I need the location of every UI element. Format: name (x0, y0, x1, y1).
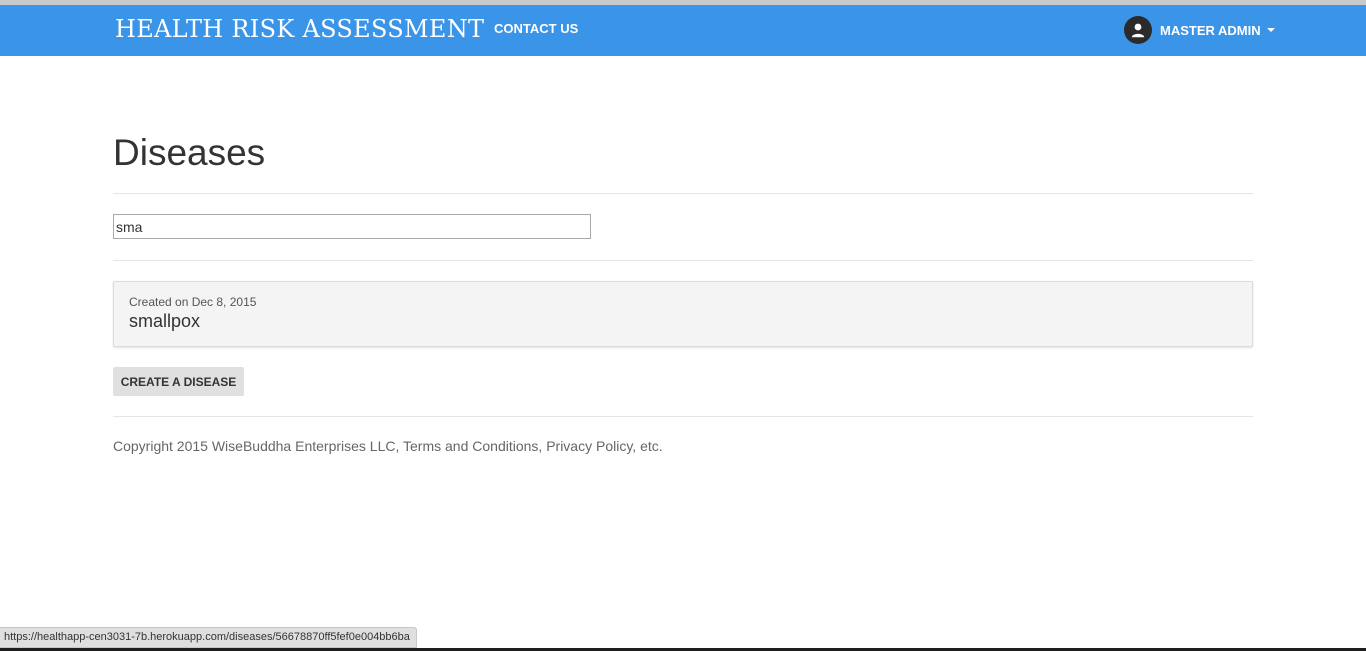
user-name-label: MASTER ADMIN (1160, 22, 1261, 38)
divider (113, 193, 1253, 194)
nav-link-contact-us[interactable]: CONTACT US (494, 21, 578, 36)
create-disease-button[interactable]: CREATE A DISEASE (113, 367, 244, 396)
caret-down-icon (1266, 28, 1275, 32)
divider (113, 260, 1253, 261)
status-bar-url: https://healthapp-cen3031-7b.herokuapp.c… (0, 627, 417, 648)
search-input[interactable] (113, 214, 591, 239)
footer-copyright: Copyright 2015 WiseBuddha Enterprises LL… (113, 438, 663, 454)
disease-created-date: Created on Dec 8, 2015 (129, 295, 257, 309)
page-title: Diseases (113, 132, 266, 173)
user-menu-dropdown[interactable]: MASTER ADMIN (1124, 16, 1275, 44)
disease-list-item[interactable]: Created on Dec 8, 2015 smallpox (113, 281, 1253, 347)
brand-title[interactable]: HEALTH RISK ASSESSMENT (115, 15, 484, 43)
disease-name: smallpox (129, 311, 201, 331)
user-avatar-icon (1124, 16, 1152, 44)
navbar: HEALTH RISK ASSESSMENT CONTACT US MASTER… (0, 5, 1366, 56)
divider (113, 416, 1253, 417)
